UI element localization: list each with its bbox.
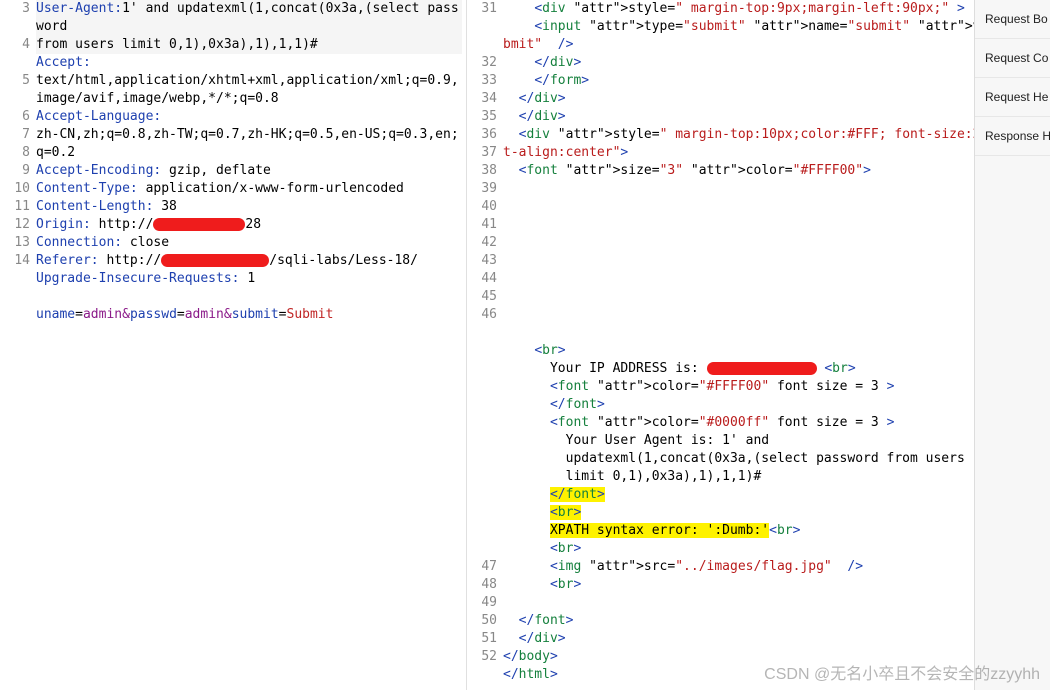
request-gutter: 34567891011121314 (0, 0, 34, 690)
tab-request-headers[interactable]: Request He (975, 78, 1050, 117)
tab-request-cookies[interactable]: Request Co (975, 39, 1050, 78)
tab-request-body[interactable]: Request Bo (975, 0, 1050, 39)
response-gutter: 3132333435363738394041424344454647484950… (467, 0, 501, 690)
request-code[interactable]: User-Agent:1' and updatexml(1,concat(0x3… (34, 0, 466, 690)
tool-sidebar: Request Bo Request Co Request He Respons… (974, 0, 1050, 690)
request-pane[interactable]: 34567891011121314 User-Agent:1' and upda… (0, 0, 467, 690)
response-code[interactable]: <div "attr">style=" margin-top:9px;margi… (501, 0, 1049, 690)
response-pane[interactable]: 3132333435363738394041424344454647484950… (467, 0, 1050, 690)
tab-response-headers[interactable]: Response H (975, 117, 1050, 156)
